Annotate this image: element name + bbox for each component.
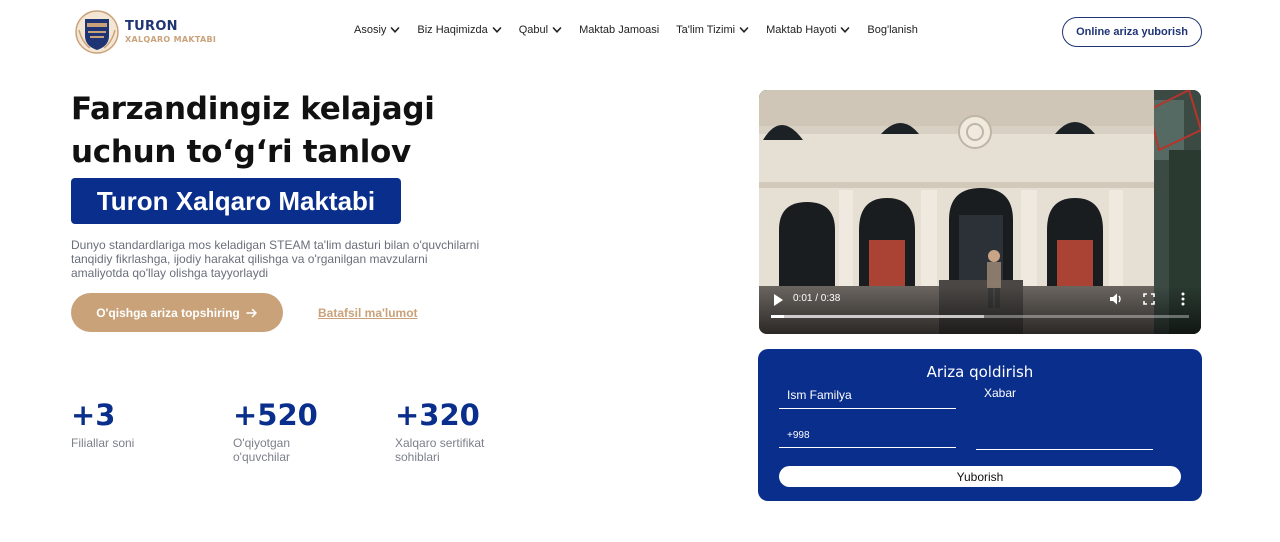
play-icon[interactable]	[772, 293, 784, 307]
more-info-link[interactable]: Batafsil ma'lumot	[318, 306, 418, 320]
hero-title-line-2: uchun to‘g‘ri tanlov	[71, 134, 411, 170]
nav-item-label: Asosiy	[354, 24, 387, 36]
video-time: 0:01 / 0:38	[793, 293, 841, 304]
chevron-down-icon	[739, 27, 749, 33]
logo-emblem-icon	[74, 10, 120, 54]
logo[interactable]: TURON XALQARO MAKTABI	[74, 10, 216, 54]
nav-item-maktab-jamoasi[interactable]: Maktab Jamoasi	[579, 24, 659, 36]
submit-button[interactable]: Yuborish	[779, 466, 1181, 487]
stat-branches: +3 Filiallar soni	[71, 398, 181, 450]
nav-item-bog-lanish[interactable]: Bog'lanish	[867, 24, 917, 36]
stat-label: Xalqaro sertifikat sohiblari	[395, 436, 485, 464]
volume-icon[interactable]	[1109, 292, 1123, 306]
chevron-down-icon	[492, 27, 502, 33]
stat-label: O'qiyotgan o'quvchilar	[233, 436, 290, 464]
nav-item-asosiy[interactable]: Asosiy	[354, 24, 400, 36]
video-played	[771, 315, 784, 318]
main-nav: Asosiy Biz Haqimizda Qabul Maktab Jamoasi Ta…	[354, 24, 935, 36]
chevron-down-icon	[391, 27, 400, 33]
school-name-badge: Turon Xalqaro Maktabi	[71, 178, 401, 224]
stat-label: Filiallar soni	[71, 436, 135, 450]
stat-value: +320	[395, 398, 480, 432]
more-options-icon[interactable]	[1179, 292, 1187, 306]
school-video-player[interactable]: 0:01 / 0:38	[759, 90, 1201, 334]
logo-title: TURON	[125, 19, 178, 34]
nav-item-ta-lim-tizimi[interactable]: Ta'lim Tizimi	[676, 24, 749, 36]
stat-value: +3	[71, 398, 116, 432]
nav-item-label: Bog'lanish	[867, 24, 918, 36]
video-progress-bar[interactable]	[771, 315, 1189, 318]
chevron-down-icon	[841, 27, 850, 33]
application-form: Ariza qoldirish Yuborish	[758, 349, 1202, 501]
nav-item-label: Qabul	[518, 24, 549, 36]
apply-button[interactable]: O'qishga ariza topshiring	[71, 293, 283, 332]
nav-item-label: Maktab Hayoti	[766, 24, 837, 36]
nav-item-label: Biz Haqimizda	[417, 24, 488, 36]
site-header: TURON XALQARO MAKTABI Asosiy Biz Haqimizd…	[0, 0, 1280, 64]
name-field[interactable]	[779, 382, 956, 409]
stat-certificates: +320 Xalqaro sertifikat sohiblari	[395, 398, 510, 464]
nav-item-biz-haqimizda[interactable]: Biz Haqimizda	[417, 24, 502, 36]
logo-subtitle: XALQARO MAKTABI	[125, 35, 217, 44]
arrow-right-icon	[246, 308, 257, 317]
fullscreen-icon[interactable]	[1143, 293, 1155, 305]
nav-item-label: Ta'lim Tizimi	[676, 24, 736, 36]
chevron-down-icon	[552, 27, 562, 33]
hero-title: Farzandingiz kelajagi uchun to‘g‘ri tanl…	[71, 88, 491, 174]
message-field[interactable]	[976, 382, 1153, 450]
hero-title-line-1: Farzandingiz kelajagi	[71, 91, 435, 127]
hero-description: Dunyo standardlariga mos keladigan STEAM…	[71, 238, 480, 280]
form-title: Ariza qoldirish	[926, 363, 1034, 381]
nav-item-maktab-hayoti[interactable]: Maktab Hayoti	[766, 24, 850, 36]
apply-button-label: O'qishga ariza topshiring	[96, 305, 240, 320]
online-application-button[interactable]: Online ariza yuborish	[1062, 17, 1202, 47]
phone-field[interactable]	[779, 423, 956, 448]
video-buffered	[771, 315, 985, 318]
nav-item-label: Maktab Jamoasi	[579, 24, 660, 36]
stat-students: +520 O'qiyotgan o'quvchilar	[233, 398, 333, 464]
stat-value: +520	[233, 398, 318, 432]
nav-item-qabul[interactable]: Qabul	[519, 24, 562, 36]
